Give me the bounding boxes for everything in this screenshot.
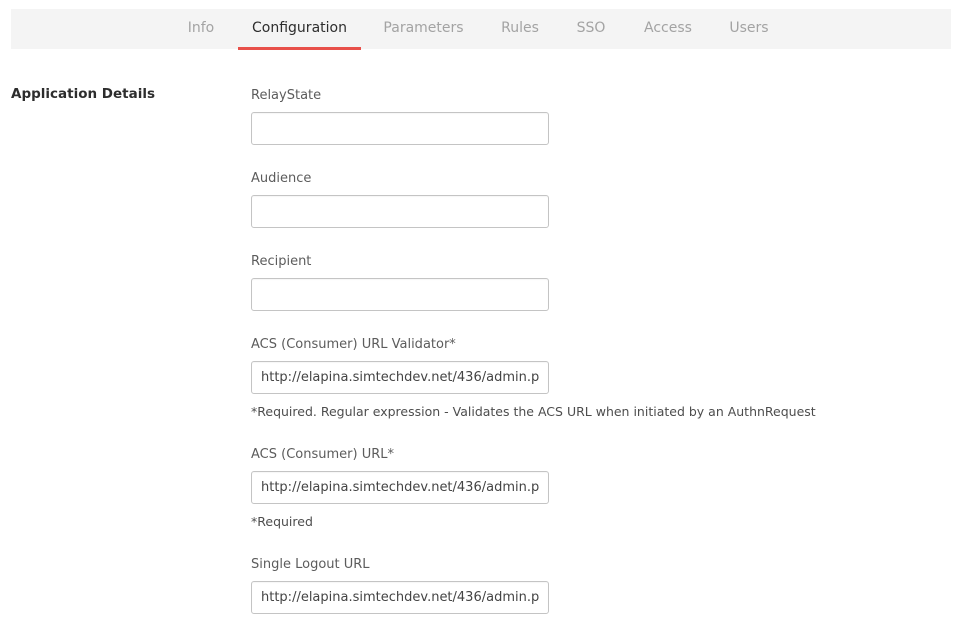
section-title: Application Details — [11, 86, 156, 102]
audience-label: Audience — [251, 171, 312, 186]
single-logout-label: Single Logout URL — [251, 557, 370, 572]
acs-url-input[interactable] — [251, 471, 549, 504]
tab-rules[interactable]: Rules — [495, 9, 545, 49]
app-configuration-page: Info Configuration Parameters Rules SSO … — [0, 0, 977, 629]
acs-validator-hint: *Required. Regular expression - Validate… — [251, 404, 816, 419]
acs-url-label: ACS (Consumer) URL* — [251, 447, 394, 462]
tab-configuration[interactable]: Configuration — [238, 9, 361, 50]
single-logout-input[interactable] — [251, 581, 549, 614]
tab-access[interactable]: Access — [639, 9, 697, 49]
tab-bar: Info Configuration Parameters Rules SSO … — [11, 9, 951, 50]
recipient-label: Recipient — [251, 254, 312, 269]
audience-input[interactable] — [251, 195, 549, 228]
relaystate-input[interactable] — [251, 112, 549, 145]
acs-validator-label: ACS (Consumer) URL Validator* — [251, 337, 456, 352]
acs-url-hint: *Required — [251, 514, 313, 529]
tab-parameters[interactable]: Parameters — [379, 9, 468, 49]
tab-info[interactable]: Info — [181, 9, 221, 49]
relaystate-label: RelayState — [251, 88, 322, 103]
tab-users[interactable]: Users — [724, 9, 774, 49]
recipient-input[interactable] — [251, 278, 549, 311]
tab-sso[interactable]: SSO — [572, 9, 610, 49]
acs-validator-input[interactable] — [251, 361, 549, 394]
